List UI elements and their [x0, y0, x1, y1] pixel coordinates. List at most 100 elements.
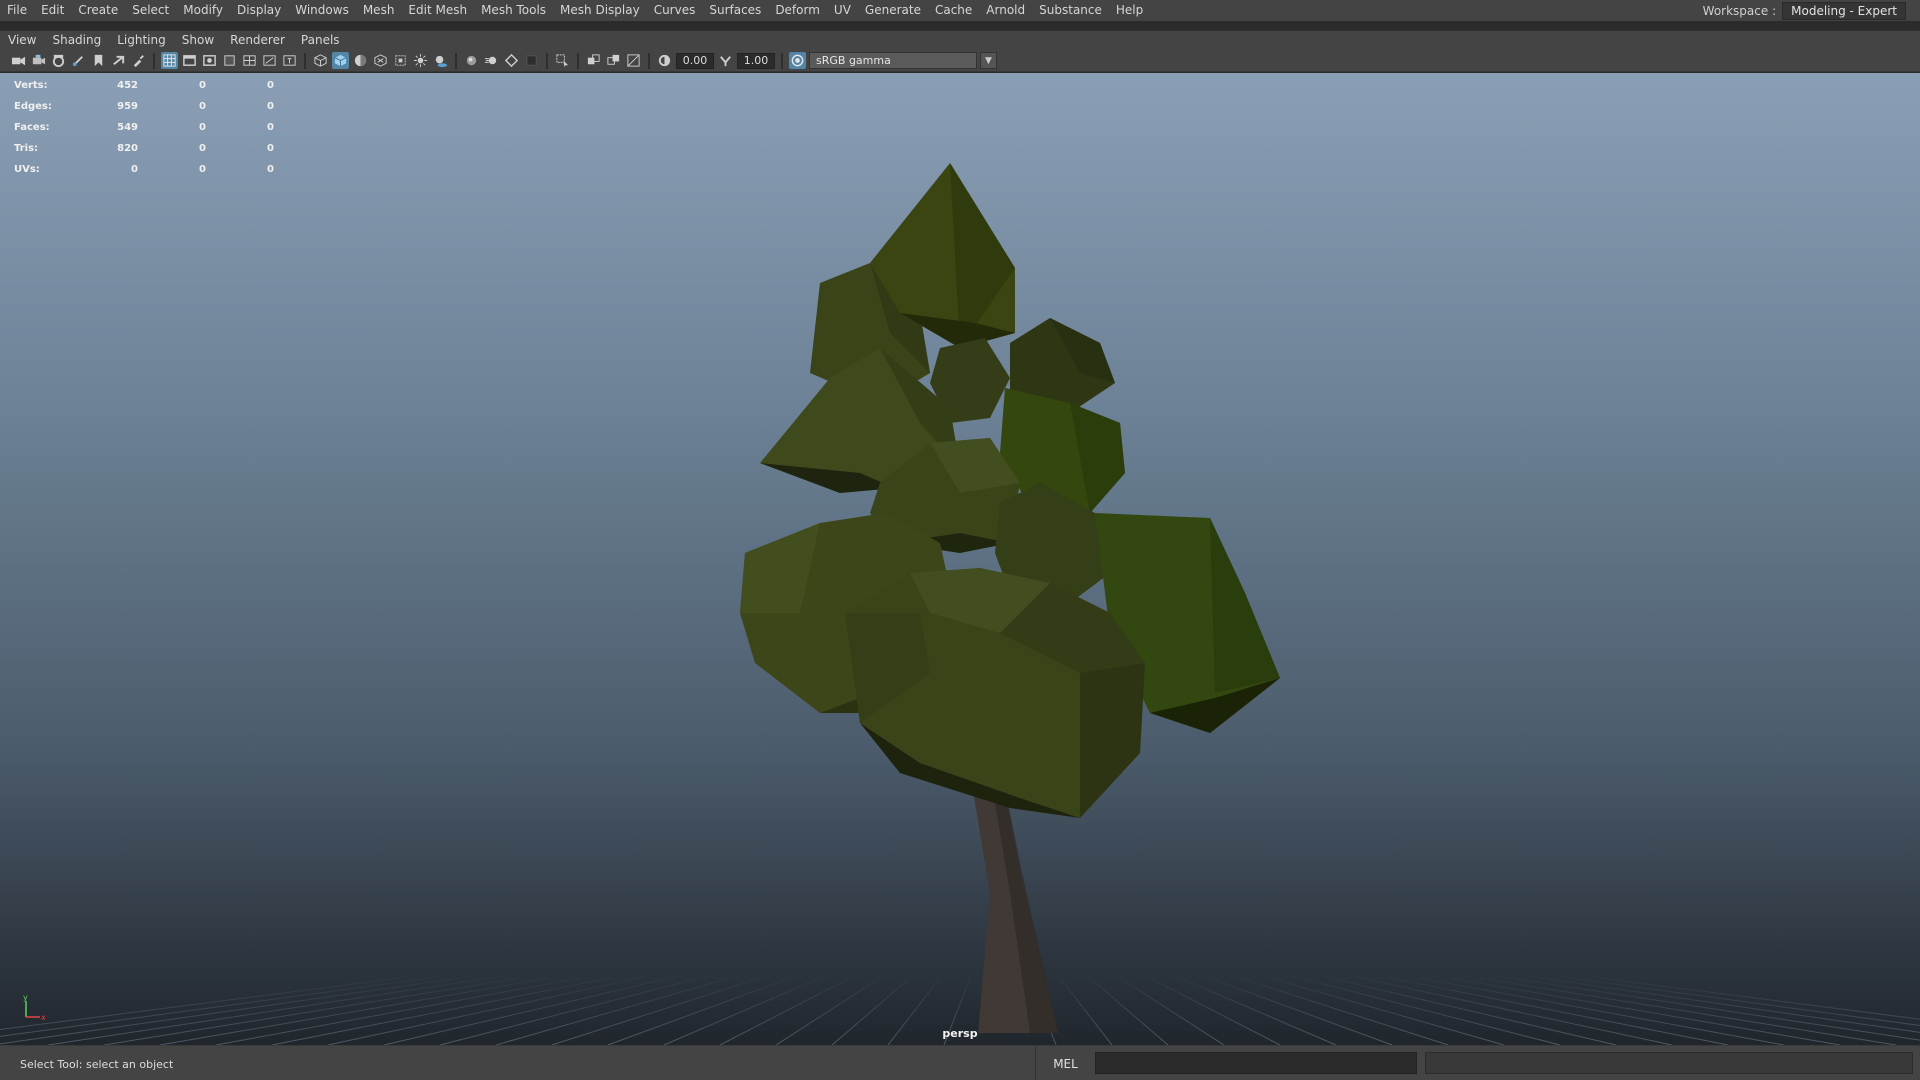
- exposure-field[interactable]: 0.00: [676, 52, 714, 69]
- backface-icon[interactable]: [625, 52, 642, 69]
- hud-value: 0: [199, 164, 206, 175]
- panel-toolbar: 0.00 1.00 sRGB gamma ▼: [0, 50, 1920, 72]
- main-menubar: File Edit Create Select Modify Display Windows…: [0, 0, 1920, 21]
- status-bar: Select Tool: select an object MEL: [0, 1045, 1920, 1080]
- menu-surfaces[interactable]: Surfaces: [702, 0, 768, 21]
- toolbar-divider: [153, 52, 155, 69]
- gamma-field[interactable]: 1.00: [737, 52, 775, 69]
- hud-value: 0: [199, 101, 206, 112]
- command-line-input[interactable]: [1095, 1052, 1417, 1074]
- menu-cache[interactable]: Cache: [928, 0, 979, 21]
- depth-of-field-icon[interactable]: [523, 52, 540, 69]
- menu-modify[interactable]: Modify: [176, 0, 230, 21]
- panel-menu-renderer[interactable]: Renderer: [222, 30, 293, 51]
- color-management-icon[interactable]: [789, 52, 806, 69]
- field-chart-icon[interactable]: [241, 52, 258, 69]
- toolbar-divider: [455, 52, 457, 69]
- grid-icon[interactable]: [161, 52, 178, 69]
- menu-deform[interactable]: Deform: [768, 0, 827, 21]
- toolbar-divider: [648, 52, 650, 69]
- textured-icon[interactable]: [372, 52, 389, 69]
- resolution-gate-icon[interactable]: [201, 52, 218, 69]
- exposure-icon[interactable]: [656, 52, 673, 69]
- grease-pencil-icon[interactable]: [130, 52, 147, 69]
- camera-attrs-icon[interactable]: [50, 52, 67, 69]
- command-result-field: [1425, 1052, 1913, 1074]
- shadows-icon[interactable]: [432, 52, 449, 69]
- hud-label: Tris:: [14, 143, 39, 154]
- menu-mesh-tools[interactable]: Mesh Tools: [474, 0, 553, 21]
- xray-joints-icon[interactable]: [585, 52, 602, 69]
- safe-title-icon[interactable]: [281, 52, 298, 69]
- menu-edit-mesh[interactable]: Edit Mesh: [401, 0, 474, 21]
- axis-x-label: x: [41, 1013, 46, 1022]
- panel-menu-view[interactable]: View: [0, 30, 44, 51]
- color-space-dropdown[interactable]: sRGB gamma: [809, 52, 977, 69]
- hud-label: Edges:: [14, 101, 52, 112]
- menu-help[interactable]: Help: [1109, 0, 1150, 21]
- hud-label: Faces:: [14, 122, 50, 133]
- menu-display[interactable]: Display: [230, 0, 288, 21]
- film-gate-icon[interactable]: [181, 52, 198, 69]
- hud-value: 549: [117, 122, 138, 133]
- toolbar-divider: [577, 52, 579, 69]
- xray-active-icon[interactable]: [605, 52, 622, 69]
- hud-row-verts: Verts: 452 0 0: [0, 80, 300, 94]
- antialiasing-icon[interactable]: [503, 52, 520, 69]
- smooth-shade-icon[interactable]: [332, 52, 349, 69]
- command-language-toggle[interactable]: MEL: [1035, 1046, 1095, 1080]
- isolate-select-icon[interactable]: [554, 52, 571, 69]
- safe-action-icon[interactable]: [261, 52, 278, 69]
- perspective-viewport[interactable]: Verts: 452 0 0 Edges: 959 0 0 Faces: 549 0 0 Tris: 82…: [0, 73, 1920, 1045]
- chevron-down-icon[interactable]: ▼: [980, 52, 997, 69]
- hud-row-faces: Faces: 549 0 0: [0, 122, 300, 136]
- panel-menu-lighting[interactable]: Lighting: [109, 30, 174, 51]
- menu-arnold[interactable]: Arnold: [979, 0, 1032, 21]
- motion-blur-icon[interactable]: [483, 52, 500, 69]
- menu-curves[interactable]: Curves: [647, 0, 703, 21]
- toolbar-divider: [546, 52, 548, 69]
- menu-select[interactable]: Select: [125, 0, 176, 21]
- tree-foliage: [740, 163, 1280, 818]
- gamma-icon[interactable]: [717, 52, 734, 69]
- help-line: Select Tool: select an object: [20, 1058, 174, 1071]
- gate-mask-icon[interactable]: [221, 52, 238, 69]
- pencil-icon[interactable]: [70, 52, 87, 69]
- hud-value: 0: [267, 122, 274, 133]
- hud-label: UVs:: [14, 164, 40, 175]
- panel-menubar: View Shading Lighting Show Renderer Panels: [0, 31, 1920, 50]
- image-plane-icon[interactable]: [110, 52, 127, 69]
- ambient-occlusion-icon[interactable]: [463, 52, 480, 69]
- workspace-label: Workspace :: [1702, 3, 1777, 18]
- panel-menu-panels[interactable]: Panels: [293, 30, 348, 51]
- camera-icon[interactable]: [10, 52, 27, 69]
- bookmark-icon[interactable]: [90, 52, 107, 69]
- camera-lock-icon[interactable]: [30, 52, 47, 69]
- menu-edit[interactable]: Edit: [34, 0, 71, 21]
- xray-icon[interactable]: [392, 52, 409, 69]
- hud-value: 0: [267, 164, 274, 175]
- hud-value: 452: [117, 80, 138, 91]
- panel-menu-shading[interactable]: Shading: [44, 30, 109, 51]
- hud-row-edges: Edges: 959 0 0: [0, 101, 300, 115]
- panel-menu-show[interactable]: Show: [174, 30, 222, 51]
- hud-value: 0: [199, 143, 206, 154]
- scene-canvas[interactable]: [0, 73, 1920, 1045]
- hud-row-tris: Tris: 820 0 0: [0, 143, 300, 157]
- menu-mesh[interactable]: Mesh: [356, 0, 402, 21]
- menu-substance[interactable]: Substance: [1032, 0, 1109, 21]
- menu-uv[interactable]: UV: [827, 0, 858, 21]
- menu-create[interactable]: Create: [71, 0, 125, 21]
- default-material-icon[interactable]: [352, 52, 369, 69]
- hud-value: 0: [131, 164, 138, 175]
- lights-icon[interactable]: [412, 52, 429, 69]
- workspace-selector: Workspace : Modeling - Expert: [1703, 0, 1906, 21]
- hud-value: 0: [199, 80, 206, 91]
- menu-windows[interactable]: Windows: [288, 0, 356, 21]
- menu-generate[interactable]: Generate: [858, 0, 928, 21]
- axis-y-label: y: [23, 993, 28, 1002]
- wireframe-icon[interactable]: [312, 52, 329, 69]
- workspace-dropdown[interactable]: Modeling - Expert: [1782, 1, 1906, 20]
- menu-mesh-display[interactable]: Mesh Display: [553, 0, 647, 21]
- menu-file[interactable]: File: [0, 0, 34, 21]
